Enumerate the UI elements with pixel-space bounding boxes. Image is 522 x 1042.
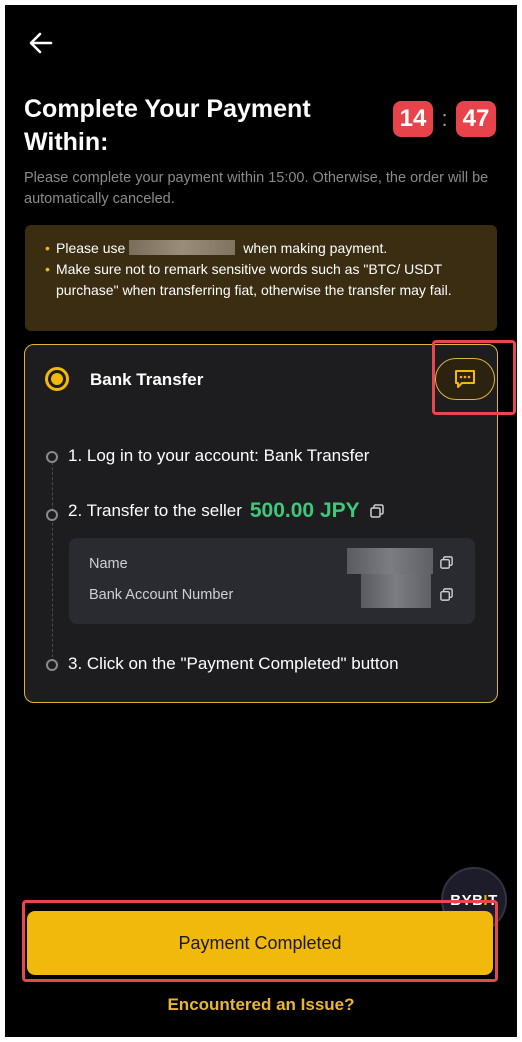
redacted-name-value: [347, 548, 433, 574]
steps-connector: [52, 457, 53, 657]
copy-account-icon[interactable]: [439, 587, 454, 602]
encountered-issue-link[interactable]: Encountered an Issue?: [5, 995, 517, 1015]
step-3-dot: [46, 659, 58, 671]
payment-tips: • Please use when making payment. • Make …: [25, 225, 497, 331]
redacted-account-value: [361, 574, 431, 608]
payment-method-radio[interactable]: [45, 367, 69, 391]
timer-separator: :: [441, 106, 448, 131]
tip-item: • Please use when making payment.: [45, 238, 485, 259]
payment-deadline-note: Please complete your payment within 15:0…: [24, 170, 489, 207]
step-2: 2. Transfer to the seller 500.00 JPY: [68, 499, 385, 523]
step-1-text: 1. Log in to your account: Bank Transfer: [68, 446, 370, 465]
step-1-dot: [46, 451, 58, 463]
countdown-timer: 14 : 47: [393, 101, 496, 137]
timer-seconds: 47: [456, 101, 496, 137]
chat-button-highlight: [432, 340, 516, 415]
step-2-label: 2. Transfer to the seller: [68, 501, 242, 520]
redacted-name: [129, 240, 236, 255]
payment-button-highlight: [22, 900, 498, 982]
bullet-icon: •: [45, 261, 50, 277]
copy-amount-icon[interactable]: [369, 503, 385, 519]
bank-account-label: Bank Account Number: [89, 587, 234, 603]
page-title: Complete Your Payment Within:: [24, 95, 311, 156]
tip-item: • Make sure not to remark sensitive word…: [45, 259, 485, 301]
seller-bank-details: Name Bank Account Number: [69, 538, 475, 624]
payment-method-card: Bank Transfer 1. Log in to your account:…: [24, 340, 516, 703]
timer-minutes: 14: [393, 101, 433, 137]
copy-name-icon[interactable]: [439, 555, 454, 570]
tip-text: Please use when making payment.: [56, 240, 388, 256]
payment-screen: Complete Your Payment Within: 14 : 47 Pl…: [5, 5, 517, 1037]
step-3-text: 3. Click on the "Payment Completed" butt…: [68, 654, 399, 673]
tip-text: Make sure not to remark sensitive words …: [56, 261, 452, 298]
name-label: Name: [89, 556, 128, 572]
bullet-icon: •: [45, 240, 50, 256]
payment-method-name: Bank Transfer: [90, 370, 204, 389]
back-arrow-icon[interactable]: [25, 27, 57, 59]
step-2-dot: [46, 509, 58, 521]
transfer-amount: 500.00 JPY: [249, 499, 360, 522]
